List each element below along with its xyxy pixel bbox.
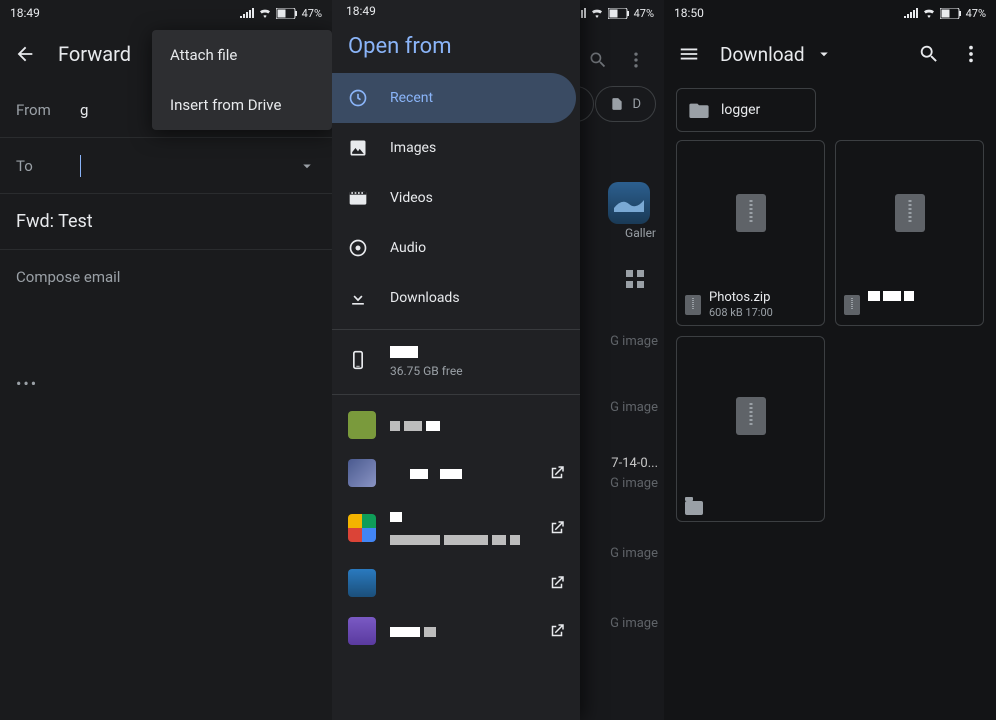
file-type-label: G image [610,400,658,415]
file-redacted-2[interactable] [676,336,825,522]
zip-icon [736,194,766,232]
drawer-account-1[interactable] [332,401,580,449]
folder-icon [685,501,703,515]
folder-dropdown[interactable]: Download [720,43,898,66]
chevron-down-icon[interactable] [298,157,316,175]
status-time: 18:49 [346,4,376,18]
signal-icon [240,8,254,18]
status-bar: 18:49 47% [0,0,332,26]
file-name: Photos.zip [709,290,773,306]
folder-logger[interactable]: logger [676,88,816,132]
page-title: Forward [58,42,131,66]
drawer-account-5[interactable] [332,607,580,655]
zip-icon [844,295,860,315]
file-meta-redacted [868,306,914,319]
subject-row[interactable]: Fwd: Test [0,194,332,250]
search-icon[interactable] [918,43,940,65]
file-redacted-1[interactable] [835,140,984,326]
compose-body[interactable]: Compose email [0,250,332,304]
open-in-new-icon [548,464,566,482]
video-icon [348,188,368,208]
file-type-label: G image [610,546,658,561]
file-photos-zip[interactable]: Photos.zip 608 kB 17:00 [676,140,825,326]
grid-view-icon[interactable] [626,270,644,288]
drawer-item-downloads[interactable]: Downloads [332,273,580,323]
zip-icon [685,295,701,315]
open-in-new-icon [548,519,566,537]
app-label: Galler [625,226,656,240]
drawer-item-audio[interactable]: Audio [332,223,580,273]
storage-free: 36.75 GB free [390,364,463,378]
drawer-account-3[interactable] [332,497,580,559]
redacted-device-name [390,346,418,358]
wifi-icon [922,8,936,18]
open-in-new-icon [548,574,566,592]
open-from-drawer: 18:49 Open from Recent Images Videos Aud… [332,0,580,720]
clock-icon [348,88,368,108]
status-time: 18:49 [10,6,40,20]
text-cursor [80,155,81,177]
wifi-icon [590,8,604,18]
battery-icon [940,8,962,19]
file-type-label: G image [610,616,658,631]
wifi-icon [258,8,272,18]
status-time: 18:50 [674,6,704,20]
back-icon[interactable] [14,43,36,65]
to-row[interactable]: To [0,138,332,194]
phone-icon [348,350,368,370]
drawer-storage-device[interactable]: 36.75 GB free [332,336,580,388]
audio-icon [348,238,368,258]
image-icon [348,138,368,158]
subject-text: Fwd: Test [16,211,93,232]
status-bar: 18:50 47% [664,0,996,26]
file-name-fragment: 7-14-0... [611,456,658,471]
battery-icon [608,8,630,19]
app-gallery-icon[interactable] [608,182,650,224]
quoted-text-toggle[interactable]: ••• [0,374,332,393]
drawer-item-images[interactable]: Images [332,123,580,173]
open-in-new-icon [548,622,566,640]
signal-icon [904,8,918,18]
drawer-account-4[interactable] [332,559,580,607]
folder-icon [689,102,709,118]
document-icon [610,96,624,112]
more-icon[interactable] [626,50,646,70]
chevron-down-icon [815,45,833,63]
drawer-item-videos[interactable]: Videos [332,173,580,223]
file-name-redacted [868,290,914,306]
download-icon [348,288,368,308]
battery-icon [276,8,298,19]
search-icon[interactable] [588,50,608,70]
attach-menu: Attach file Insert from Drive [152,30,332,130]
zip-icon [895,194,925,232]
menu-insert-from-drive[interactable]: Insert from Drive [152,80,332,130]
file-type-label: G image [610,476,658,491]
drawer-title: Open from [332,30,580,73]
zip-icon [736,397,766,435]
menu-attach-file[interactable]: Attach file [152,30,332,80]
drawer-account-2[interactable] [332,449,580,497]
from-label: From [16,101,58,119]
hamburger-icon[interactable] [678,43,700,65]
file-meta: 608 kB 17:00 [709,306,773,319]
to-label: To [16,157,58,175]
drawer-item-recent[interactable]: Recent [332,73,576,123]
file-type-label: G image [610,334,658,349]
more-icon[interactable] [960,43,982,65]
filter-chip[interactable]: D [595,86,656,122]
